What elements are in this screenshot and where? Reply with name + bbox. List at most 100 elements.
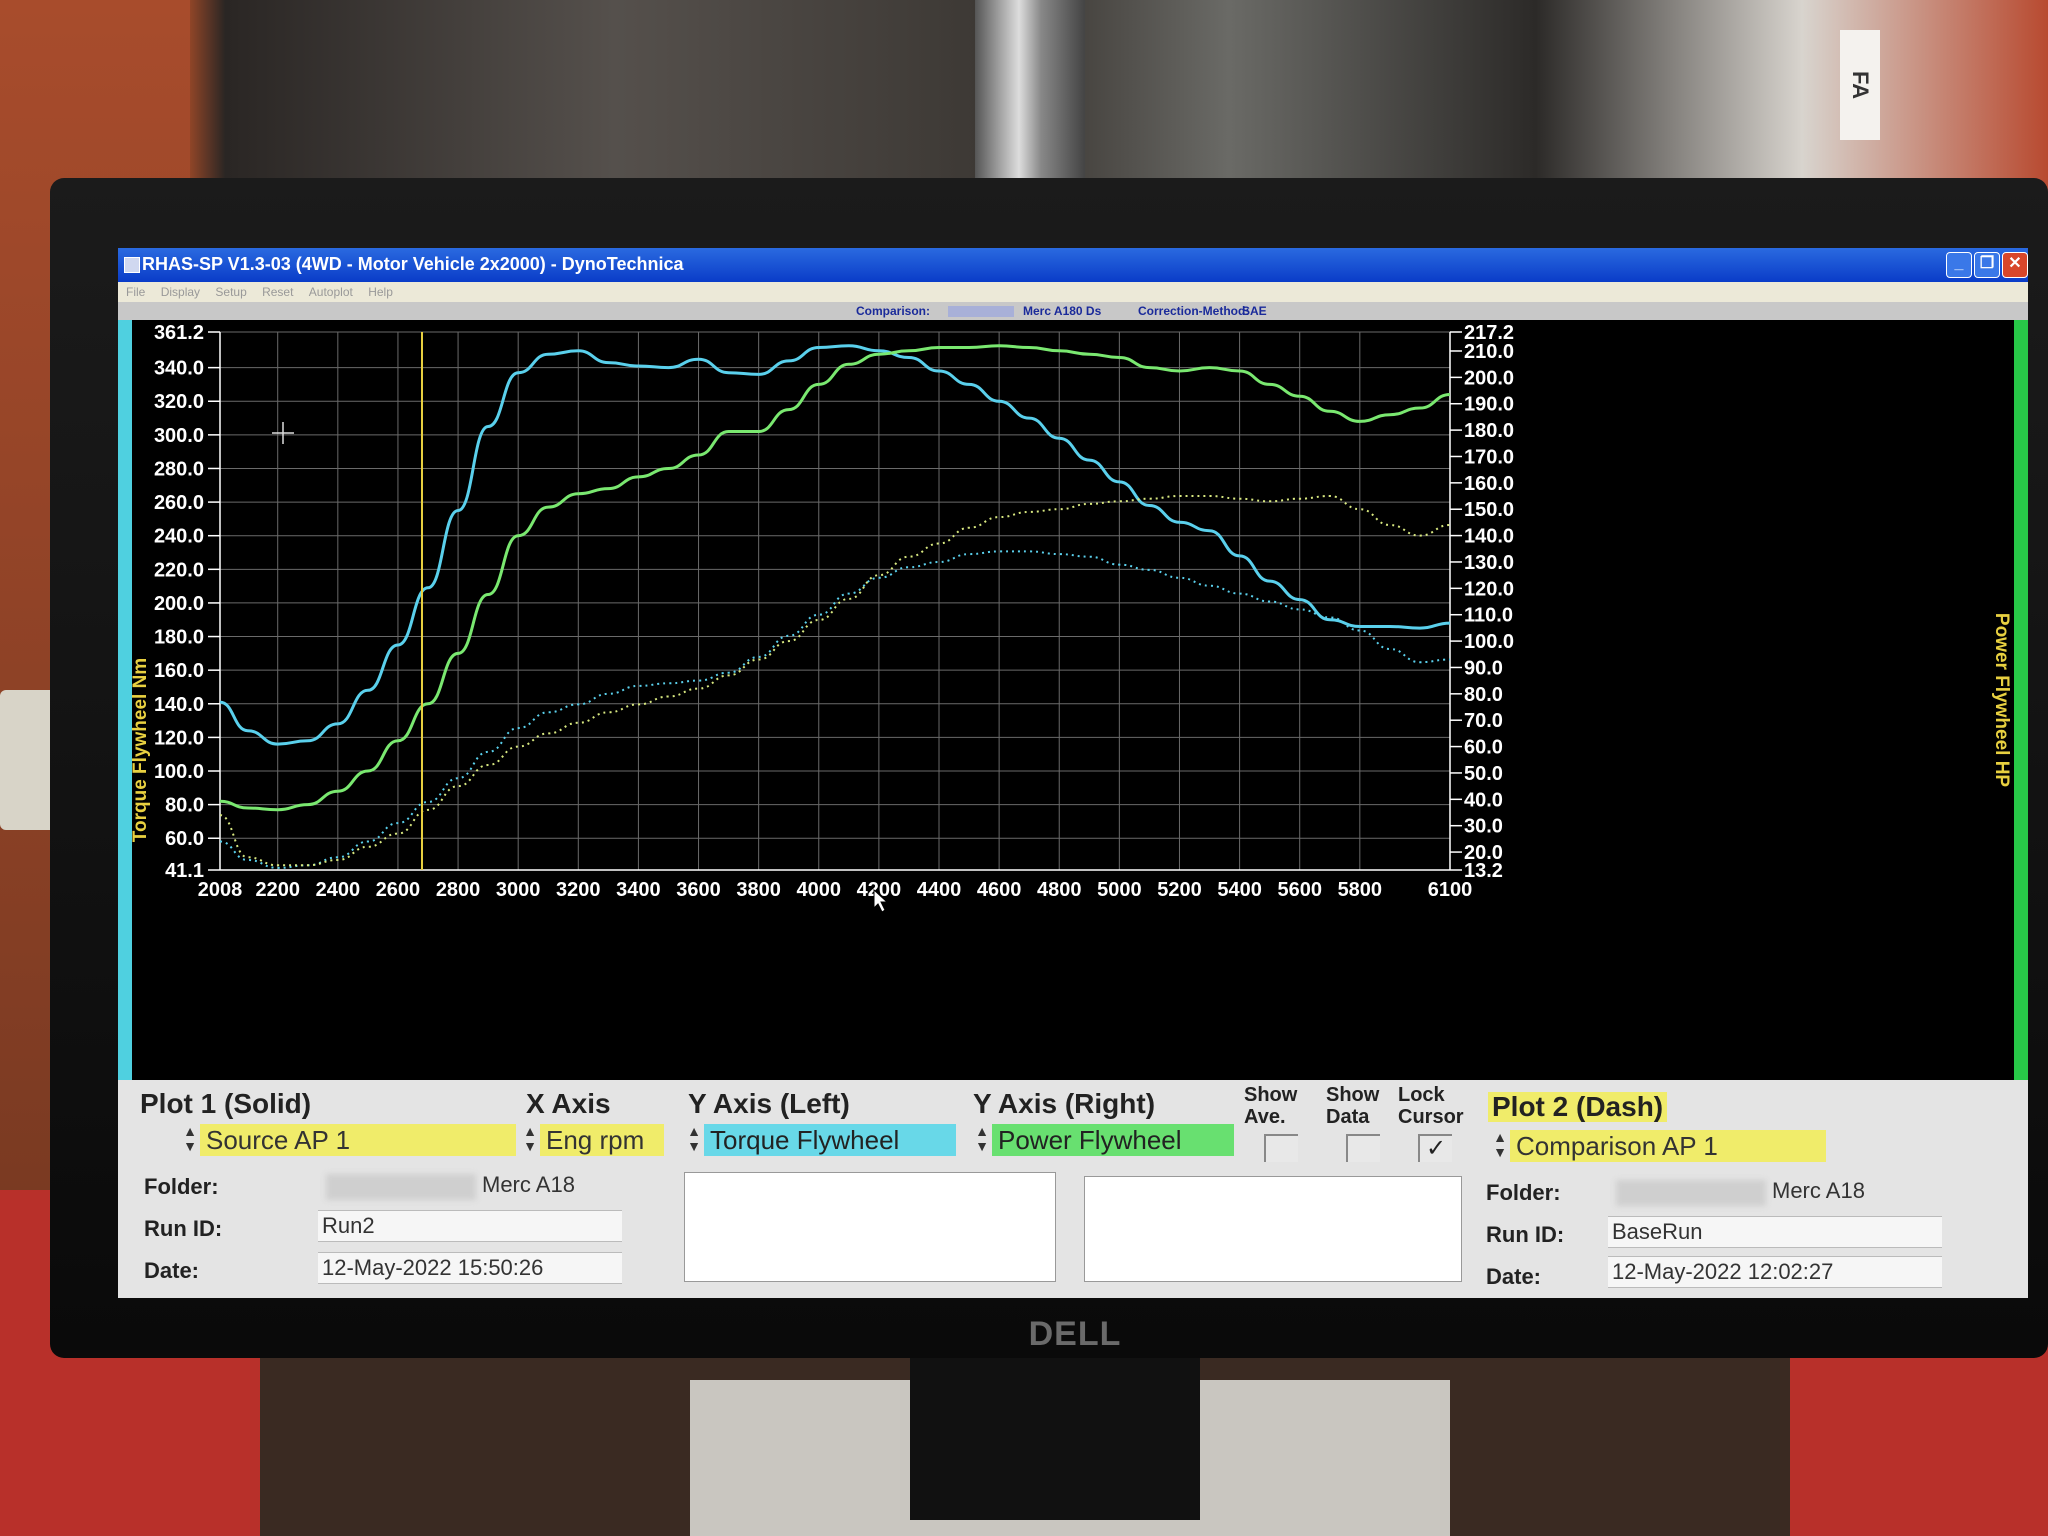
chart-series <box>219 344 1451 869</box>
monitor-brand-logo: DELL <box>1028 1315 1122 1353</box>
plot1-source-spinner[interactable]: ▲ ▼ <box>182 1124 198 1156</box>
minimize-button[interactable]: _ <box>1946 252 1972 278</box>
show-ave-checkbox[interactable] <box>1264 1134 1298 1162</box>
plot2-source-field[interactable]: Comparison AP 1 <box>1510 1130 1826 1162</box>
plot1-source-field[interactable]: Source AP 1 <box>200 1124 516 1156</box>
y-axis-right-field[interactable]: Power Flywheel <box>992 1124 1234 1156</box>
x-tick-label: 2008 <box>198 879 243 901</box>
y-right-tick-label: 70.0 <box>1464 710 1503 732</box>
plot1-header: Plot 1 (Solid) <box>140 1088 312 1119</box>
maximize-button[interactable]: ❐ <box>1974 252 2000 278</box>
y-right-tick-label: 150.0 <box>1464 499 1514 521</box>
y-left-tick-label: 100.0 <box>154 761 204 783</box>
plot-right-color-strip <box>2014 320 2028 1080</box>
info-box-right <box>1084 1176 1462 1282</box>
correction-method-label: Correction-Method: <box>1138 304 1250 318</box>
screen: RHAS-SP V1.3-03 (4WD - Motor Vehicle 2x2… <box>118 248 2028 1298</box>
chart-grid <box>219 331 1451 871</box>
x-tick-label: 4000 <box>797 879 842 901</box>
x-tick-label: 2400 <box>316 879 361 901</box>
x-axis-spinner[interactable]: ▲ ▼ <box>522 1124 538 1156</box>
y-left-tick-label: 160.0 <box>154 660 204 682</box>
plot2-folder-redacted <box>1616 1180 1766 1206</box>
y-right-tick-label: 190.0 <box>1464 394 1514 416</box>
y-axis-right-spinner[interactable]: ▲ ▼ <box>974 1124 990 1156</box>
y-left-tick-label: 80.0 <box>165 795 204 817</box>
wall-sign: FA <box>1840 30 1880 140</box>
plot2-folder-field[interactable]: Merc A18 <box>1768 1176 1902 1206</box>
y-axis-left-label: Torque Flywheel Nm <box>132 658 151 842</box>
x-tick-label: 3800 <box>736 879 781 901</box>
title-bar[interactable]: RHAS-SP V1.3-03 (4WD - Motor Vehicle 2x2… <box>118 248 2028 282</box>
y-axis-left-spinner[interactable]: ▲ ▼ <box>686 1124 702 1156</box>
y-left-tick-label: 60.0 <box>165 828 204 850</box>
menu-help[interactable]: Help <box>368 282 393 302</box>
minimize-icon: _ <box>1954 255 1964 272</box>
y-right-tick-label: 30.0 <box>1464 816 1503 838</box>
plot-area[interactable]: 2008 2200 2400 2600 2800 3000 3200 3400 3600 3800… <box>118 320 2028 1080</box>
y-left-tick-label: 240.0 <box>154 526 204 548</box>
spin-arrows-icon: ▲ ▼ <box>183 1123 197 1154</box>
plot2-runid-field[interactable]: BaseRun <box>1608 1216 1942 1248</box>
lock-cursor-label: Lock Cursor <box>1398 1084 1464 1128</box>
y-left-tick-label: 120.0 <box>154 727 204 749</box>
y-left-tick-label: 200.0 <box>154 593 204 615</box>
spin-arrows-icon: ▲ ▼ <box>687 1123 701 1154</box>
x-tick-label: 5200 <box>1157 879 1202 901</box>
x-tick-label: 3400 <box>616 879 661 901</box>
y-left-tick-label: 180.0 <box>154 627 204 649</box>
plot2-date-field[interactable]: 12-May-2022 12:02:27 <box>1608 1256 1942 1288</box>
window-title: RHAS-SP V1.3-03 (4WD - Motor Vehicle 2x2… <box>142 254 684 274</box>
x-tick-label: 5800 <box>1338 879 1383 901</box>
restore-icon: ❐ <box>1979 255 1995 272</box>
menu-bar: File Display Setup Reset Autoplot Help <box>118 282 2028 302</box>
series-line-3 <box>219 550 1451 869</box>
close-button[interactable]: ✕ <box>2002 252 2028 278</box>
y-right-tick-label: 50.0 <box>1464 763 1503 785</box>
series-line-4 <box>219 494 1451 867</box>
menu-setup[interactable]: Setup <box>215 282 246 302</box>
menu-file[interactable]: File <box>126 282 145 302</box>
lock-cursor-checkbox[interactable]: ✓ <box>1418 1134 1452 1162</box>
monitor-stand-neck <box>910 1350 1200 1520</box>
y-right-tick-label: 170.0 <box>1464 446 1514 468</box>
menu-reset[interactable]: Reset <box>262 282 293 302</box>
y-right-tick-label: 120.0 <box>1464 578 1514 600</box>
x-tick-label: 6100 <box>1428 879 1473 901</box>
plot1-date-label: Date: <box>144 1258 200 1283</box>
spin-arrows-icon: ▲ ▼ <box>523 1123 537 1154</box>
x-tick-label: 3600 <box>676 879 721 901</box>
plot2-runid-label: Run ID: <box>1486 1222 1565 1247</box>
plot1-date-field[interactable]: 12-May-2022 15:50:26 <box>318 1252 622 1284</box>
comparison-name: Merc A180 Ds <box>1023 304 1102 318</box>
x-tick-label: 2600 <box>376 879 421 901</box>
comparison-strip: Comparison: Merc A180 Ds Correction-Meth… <box>118 302 2028 320</box>
control-panel: Plot 1 (Solid) X Axis Y Axis (Left) Y Ax… <box>118 1080 2028 1298</box>
y-right-tick-label: 60.0 <box>1464 737 1503 759</box>
x-tick-label: 5400 <box>1217 879 1262 901</box>
app-icon <box>124 257 140 273</box>
y-right-tick-label: 13.2 <box>1464 860 1503 882</box>
y-axis-left-field[interactable]: Torque Flywheel <box>704 1124 956 1156</box>
menu-display[interactable]: Display <box>161 282 200 302</box>
menu-autoplot[interactable]: Autoplot <box>309 282 353 302</box>
y-left-tick-label: 320.0 <box>154 391 204 413</box>
y-right-tick-label: 110.0 <box>1464 605 1513 627</box>
plot-left-color-strip <box>118 320 132 1080</box>
y-axis-right-label: Power Flywheel HP <box>1991 613 2012 788</box>
y-right-tick-label: 140.0 <box>1464 526 1514 548</box>
y-right-tick-label: 130.0 <box>1464 552 1514 574</box>
plot1-folder-field[interactable]: Merc A18 <box>478 1170 612 1200</box>
x-axis-header: X Axis <box>526 1088 611 1119</box>
y-left-tick-label: 140.0 <box>154 694 204 716</box>
y-left-tick-label: 220.0 <box>154 559 204 581</box>
show-ave-label: Show Ave. <box>1244 1084 1298 1128</box>
x-tick-label: 5600 <box>1277 879 1322 901</box>
plot2-source-spinner[interactable]: ▲ ▼ <box>1492 1130 1508 1162</box>
x-axis-field[interactable]: Eng rpm <box>540 1124 664 1156</box>
close-icon: ✕ <box>2008 255 2022 272</box>
y-axis-right-header: Y Axis (Right) <box>973 1088 1156 1119</box>
plot1-runid-field[interactable]: Run2 <box>318 1210 622 1242</box>
show-data-checkbox[interactable] <box>1346 1134 1380 1162</box>
dyno-chart[interactable]: 2008 2200 2400 2600 2800 3000 3200 3400 3600 3800… <box>132 320 2014 1080</box>
